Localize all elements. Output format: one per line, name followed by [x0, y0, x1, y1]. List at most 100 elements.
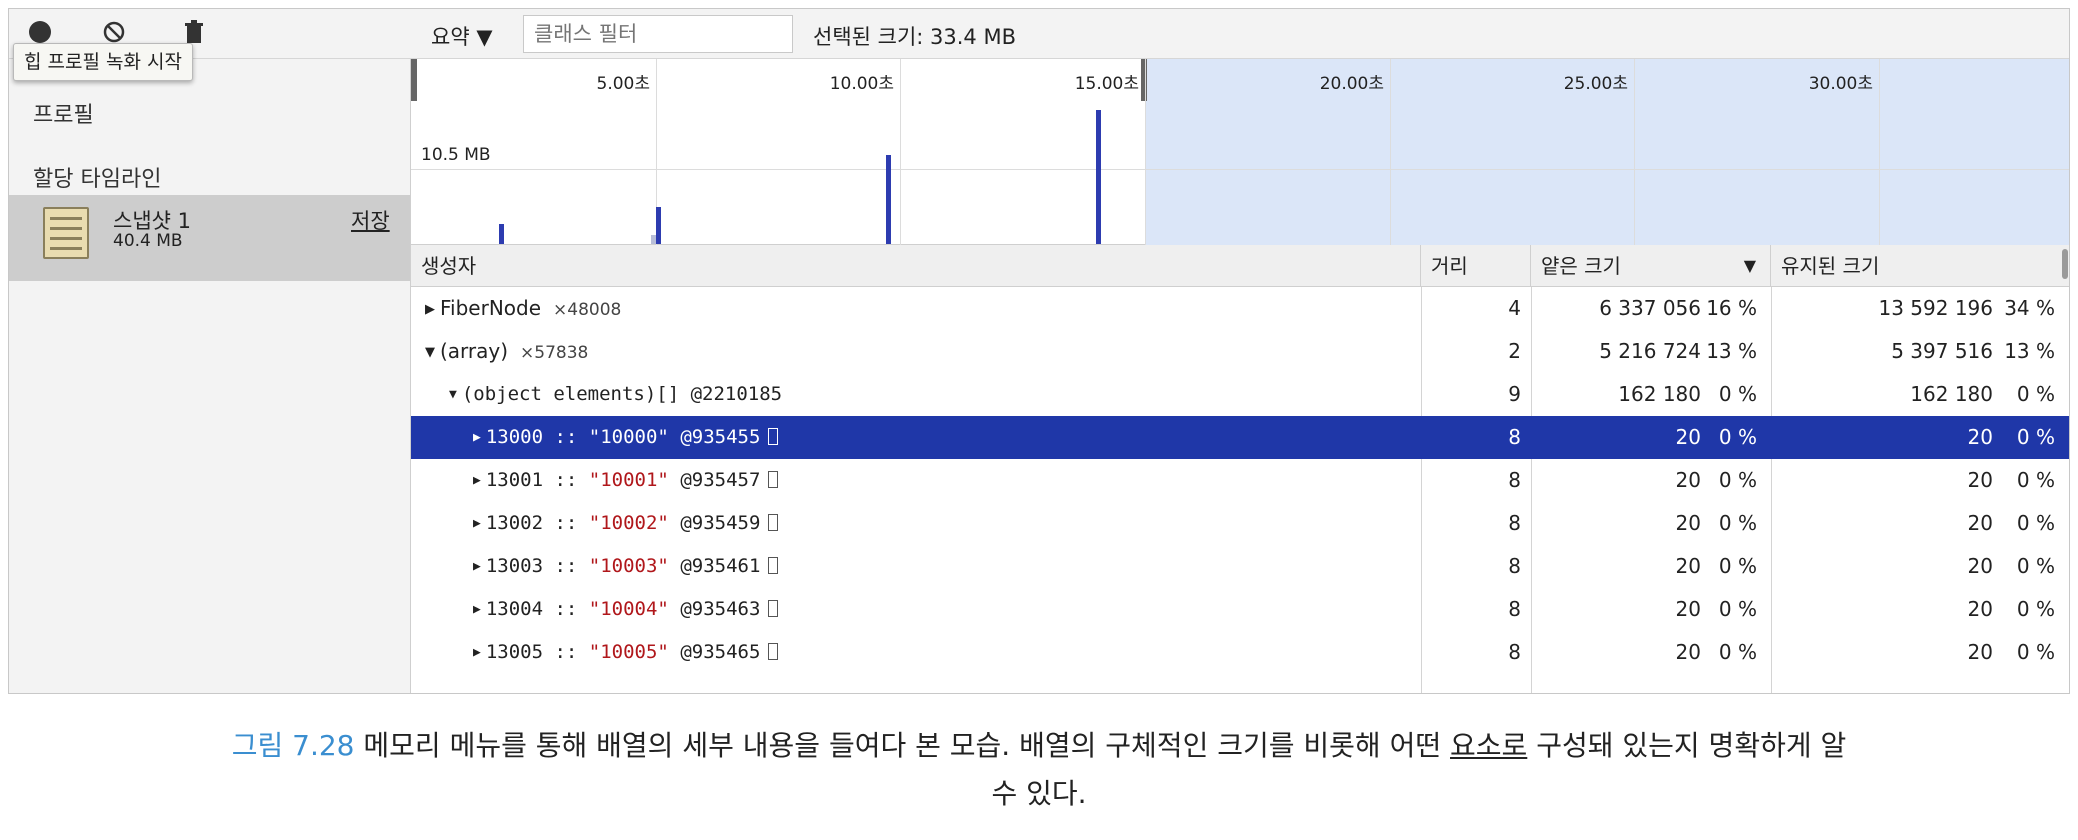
- table-row[interactable]: ▼ (array) ×57838 2 5 216 724 13 % 5 397 516 13 …: [411, 330, 2069, 373]
- expand-arrow-icon[interactable]: ▶: [473, 631, 481, 674]
- shallow-size-cell: 20: [1675, 554, 1701, 578]
- shallow-size-percent: 16 %: [1706, 296, 1757, 320]
- shallow-size-percent: 0 %: [1718, 425, 1757, 449]
- retained-size-percent: 0 %: [2016, 382, 2055, 406]
- reveal-square-icon[interactable]: [768, 643, 779, 660]
- retained-size-cell: 20: [1967, 554, 1993, 578]
- column-shallow-size[interactable]: 얕은 크기 ▼: [1531, 245, 1771, 287]
- allocation-bar[interactable]: [886, 155, 891, 244]
- instance-count: ×48008: [553, 300, 622, 320]
- caption-line-1: 그림 7.28 메모리 메뉴를 통해 배열의 세부 내용을 들여다 본 모습. …: [0, 722, 2078, 770]
- timeline-memory-label: 10.5 MB: [421, 145, 491, 165]
- retained-size-percent: 0 %: [2016, 554, 2055, 578]
- distance-cell: 8: [1508, 640, 1521, 664]
- constructor-cell: ▶ 13001 :: "10001" @935457: [473, 459, 779, 502]
- retained-size-cell: 13 592 196: [1878, 296, 1993, 320]
- distance-cell: 8: [1508, 554, 1521, 578]
- column-distance[interactable]: 거리: [1421, 245, 1531, 287]
- retained-size-percent: 34 %: [2004, 296, 2055, 320]
- allocation-bar[interactable]: [499, 224, 504, 244]
- scrollbar[interactable]: [2059, 245, 2069, 287]
- selection-handle-right[interactable]: [1141, 59, 1147, 101]
- shallow-size-cell: 6 337 056: [1599, 296, 1701, 320]
- shallow-size-cell: 20: [1675, 597, 1701, 621]
- expand-arrow-icon[interactable]: ▶: [425, 288, 435, 331]
- constructor-name: (array): [440, 339, 509, 363]
- element-index: 13002: [485, 512, 544, 534]
- separator: ::: [543, 598, 589, 620]
- reveal-square-icon[interactable]: [768, 600, 779, 617]
- reveal-square-icon[interactable]: [768, 557, 779, 574]
- table-row[interactable]: ▶ FiberNode ×48008 4 6 337 056 16 % 13 592 196…: [411, 287, 2069, 331]
- distance-cell: 8: [1508, 511, 1521, 535]
- element-index: 13003: [485, 555, 544, 577]
- timeline-tick-label: 20.00초: [1319, 74, 1384, 94]
- constructor-cell: ▶ 13005 :: "10005" @935465: [473, 631, 779, 674]
- expand-arrow-icon[interactable]: ▶: [473, 588, 481, 631]
- column-constructor[interactable]: 생성자: [411, 245, 1421, 287]
- object-id: @935465: [668, 641, 761, 663]
- shallow-size-percent: 0 %: [1718, 382, 1757, 406]
- shallow-size-percent: 0 %: [1718, 511, 1757, 535]
- timeline-tick-label: 15.00초: [1074, 74, 1139, 94]
- string-value: "10002": [588, 512, 669, 534]
- timeline-tick-label: 25.00초: [1563, 74, 1628, 94]
- clear-icon[interactable]: [101, 19, 127, 45]
- allocation-bar[interactable]: [1096, 110, 1101, 244]
- distance-cell: 8: [1508, 597, 1521, 621]
- string-value: "10004": [588, 598, 669, 620]
- table-row[interactable]: ▶ 13005 :: "10005" @935465 8 20 0 % 20 0 %: [411, 631, 2069, 674]
- table-row[interactable]: ▶ 13004 :: "10004" @935463 8 20 0 % 20 0 %: [411, 588, 2069, 631]
- shallow-size-cell: 20: [1675, 640, 1701, 664]
- expand-arrow-icon[interactable]: ▶: [473, 459, 481, 502]
- column-shallow-size-label: 얕은 크기: [1541, 254, 1621, 278]
- table-row-selected[interactable]: ▶ 13000 :: "10000" @935455 8 20 0 % 20 0 %: [411, 416, 2069, 459]
- string-value: "10001": [588, 469, 669, 491]
- element-index: 13004: [485, 598, 544, 620]
- expand-arrow-icon[interactable]: ▶: [473, 545, 481, 588]
- separator: ::: [543, 426, 589, 448]
- constructor-cell: ▼ (array) ×57838: [425, 330, 588, 373]
- reveal-square-icon[interactable]: [768, 514, 779, 531]
- reveal-square-icon[interactable]: [768, 471, 779, 488]
- class-filter-input[interactable]: [523, 15, 793, 53]
- collapse-arrow-icon[interactable]: ▼: [425, 331, 435, 374]
- object-id: @935455: [668, 426, 761, 448]
- main-toolbar: 요약 ▼ 선택된 크기: 33.4 MB: [411, 9, 2069, 59]
- sort-desc-icon: ▼: [1743, 256, 1756, 275]
- trash-icon[interactable]: [181, 19, 207, 45]
- constructor-name: (object elements)[] @2210185: [461, 383, 783, 405]
- shallow-size-cell: 20: [1675, 468, 1701, 492]
- caption-text-after: 구성돼 있는지 명확하게 알: [1527, 729, 1847, 762]
- expand-arrow-icon[interactable]: ▶: [473, 502, 481, 545]
- distance-cell: 8: [1508, 425, 1521, 449]
- string-value: "10003": [588, 555, 669, 577]
- view-select[interactable]: 요약 ▼: [431, 21, 492, 51]
- string-value: "10000": [588, 426, 669, 448]
- distance-cell: 2: [1508, 339, 1521, 363]
- column-retained-size[interactable]: 유지된 크기: [1771, 245, 2069, 287]
- table-row[interactable]: ▶ 13002 :: "10002" @935459 8 20 0 % 20 0 %: [411, 502, 2069, 545]
- snapshot-item[interactable]: 스냅샷 1 40.4 MB 저장: [9, 195, 410, 281]
- element-index: 13000: [485, 426, 544, 448]
- shallow-size-percent: 0 %: [1718, 640, 1757, 664]
- reveal-square-icon[interactable]: [768, 428, 779, 445]
- constructor-cell: ▶ 13002 :: "10002" @935459: [473, 502, 779, 545]
- allocation-timeline-heading[interactable]: 할당 타임라인: [33, 161, 161, 193]
- selection-handle-left[interactable]: [411, 59, 417, 101]
- allocation-timeline[interactable]: 10.5 MB 5.00초 10.00초 15.00초 20.00초 25.00초 30.…: [411, 59, 2069, 245]
- retained-size-cell: 5 397 516: [1891, 339, 1993, 363]
- table-row[interactable]: ▶ 13003 :: "10003" @935461 8 20 0 % 20 0 %: [411, 545, 2069, 588]
- record-icon[interactable]: [27, 19, 53, 45]
- retained-size-percent: 0 %: [2016, 640, 2055, 664]
- allocation-bar[interactable]: [656, 207, 661, 244]
- shallow-size-percent: 0 %: [1718, 468, 1757, 492]
- constructor-cell: ▶ 13003 :: "10003" @935461: [473, 545, 779, 588]
- collapse-arrow-icon[interactable]: ▼: [449, 373, 457, 416]
- expand-arrow-icon[interactable]: ▶: [473, 416, 481, 459]
- constructor-cell: ▼ (object elements)[] @2210185: [449, 373, 782, 416]
- shallow-size-cell: 20: [1675, 425, 1701, 449]
- snapshot-save-link[interactable]: 저장: [351, 205, 390, 235]
- table-row[interactable]: ▼ (object elements)[] @2210185 9 162 180 0 %…: [411, 373, 2069, 416]
- table-row[interactable]: ▶ 13001 :: "10001" @935457 8 20 0 % 20 0 %: [411, 459, 2069, 502]
